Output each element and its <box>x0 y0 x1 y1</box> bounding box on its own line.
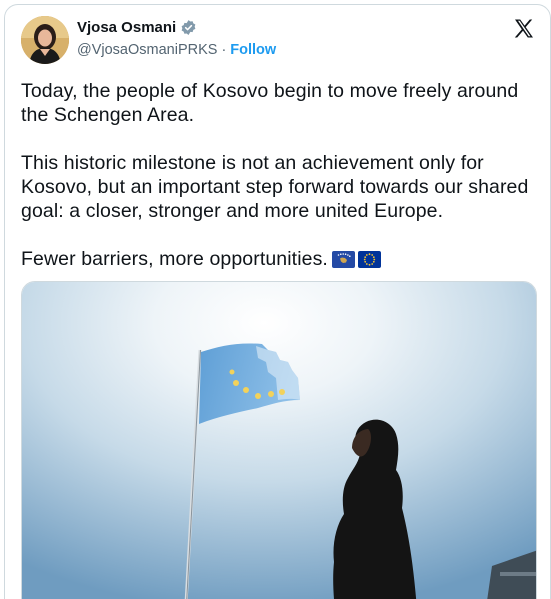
flag-emojis <box>331 250 381 268</box>
photo-flag-woman <box>22 282 536 599</box>
tweet-paragraph-3-row: Fewer barriers, more opportunities. <box>21 247 541 271</box>
author-handle[interactable]: @VjosaOsmaniPRKS <box>77 42 217 58</box>
eu-flag-icon <box>357 250 381 268</box>
tweet-paragraph-1: Today, the people of Kosovo begin to mov… <box>21 80 524 126</box>
author-avatar[interactable] <box>21 16 69 64</box>
follow-button[interactable]: Follow <box>230 42 276 58</box>
tweet-paragraph-3: Fewer barriers, more opportunities. <box>21 248 328 270</box>
avatar-image <box>21 16 69 64</box>
separator-dot: · <box>221 42 227 58</box>
x-logo-icon[interactable] <box>512 17 536 41</box>
tweet-header: Vjosa Osmani @VjosaOsmaniPRKS · Follow <box>5 5 550 75</box>
tweet-photo[interactable] <box>21 281 537 599</box>
tweet-card: Vjosa Osmani @VjosaOsmaniPRKS · Follow T… <box>4 4 551 599</box>
verified-badge-icon <box>180 19 197 36</box>
tweet-text: Today, the people of Kosovo begin to mov… <box>21 79 541 295</box>
author-name-row: Vjosa Osmani <box>77 19 197 36</box>
author-name[interactable]: Vjosa Osmani <box>77 19 176 36</box>
author-handle-row: @VjosaOsmaniPRKS · Follow <box>77 42 276 58</box>
kosovo-flag-icon <box>331 250 355 268</box>
tweet-paragraph-2: This historic milestone is not an achiev… <box>21 152 534 222</box>
